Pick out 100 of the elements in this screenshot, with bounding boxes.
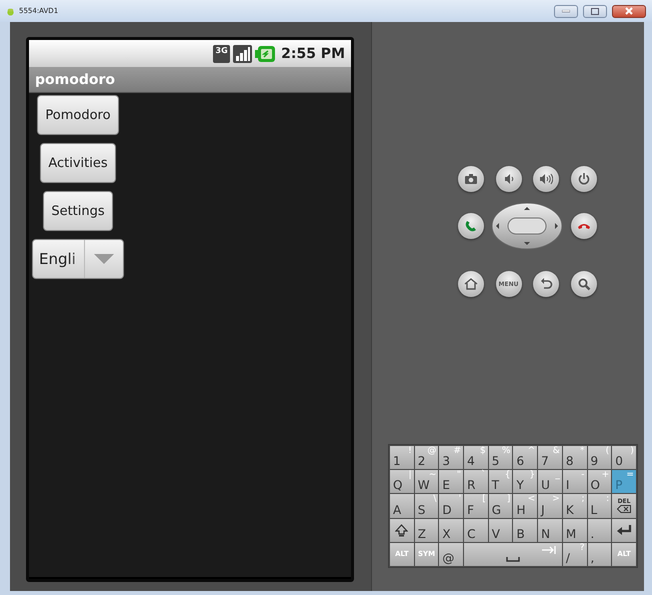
keyboard-key[interactable]: O + — [588, 470, 612, 494]
keyboard-key[interactable]: G ] — [488, 494, 512, 518]
menu-button[interactable]: Pomodoro — [37, 95, 119, 135]
keyboard-key[interactable]: U _ — [538, 470, 562, 494]
key-alt-label: ~ — [428, 470, 436, 480]
key-label: 3 — [442, 454, 450, 468]
menu-button[interactable]: Activities — [40, 143, 116, 183]
key-label: @ — [442, 550, 454, 565]
call-button[interactable] — [458, 213, 484, 239]
close-icon — [625, 7, 633, 15]
key-alt-label: " — [456, 470, 462, 480]
back-button[interactable] — [533, 271, 559, 297]
volume-down-button[interactable] — [496, 166, 522, 192]
key-alt-label: ) — [630, 446, 634, 456]
keyboard-key[interactable]: 7 & — [538, 446, 562, 470]
menu-button[interactable]: Settings — [43, 191, 113, 231]
keyboard-key[interactable]: X — [439, 518, 464, 542]
keyboard-key[interactable]: . — [588, 518, 612, 542]
key-alt-label: > — [552, 494, 560, 504]
key-alt-label: + — [602, 470, 610, 480]
key-label: H — [516, 502, 526, 517]
enter-key[interactable] — [612, 518, 636, 542]
backspace-icon — [617, 505, 632, 514]
language-dropdown[interactable]: Engli — [32, 239, 124, 279]
keyboard-key[interactable]: 9 ( — [588, 446, 612, 470]
power-button[interactable] — [570, 166, 596, 192]
keyboard-key[interactable]: 8 * — [562, 446, 586, 470]
key-label: S — [418, 502, 426, 517]
keyboard-key[interactable]: A — [390, 494, 414, 518]
key-label: 8 — [566, 454, 574, 468]
key-alt-label: ' — [458, 494, 462, 504]
minimize-button[interactable] — [554, 4, 578, 18]
key-alt-label: { — [504, 470, 510, 480]
camera-icon — [464, 172, 478, 186]
keyboard-key[interactable]: B — [513, 518, 538, 542]
maximize-button[interactable] — [583, 4, 607, 18]
signal-icon — [233, 44, 252, 62]
minimize-icon — [562, 10, 570, 12]
key-label: C — [467, 526, 476, 541]
keyboard-key[interactable]: 1 ! — [390, 446, 414, 470]
key-label: 1 — [393, 454, 401, 468]
keyboard-key[interactable]: K ; — [562, 494, 586, 518]
end-call-button[interactable] — [570, 213, 596, 239]
space-key[interactable] — [464, 542, 562, 566]
keyboard-key[interactable]: C — [464, 518, 488, 542]
keyboard-key[interactable]: 2 @ — [414, 446, 438, 470]
keyboard-key[interactable]: 6 ^ — [513, 446, 538, 470]
keyboard-key[interactable]: L : — [588, 494, 612, 518]
key-label: O — [590, 478, 600, 492]
keyboard-key[interactable]: F [ — [464, 494, 488, 518]
key-alt-label: % — [502, 446, 510, 456]
keyboard-key[interactable]: / ? — [562, 542, 587, 566]
key-label: 5 — [492, 454, 500, 468]
keyboard-key[interactable]: Z — [414, 518, 438, 542]
key-label: V — [492, 526, 500, 541]
keyboard-key[interactable]: D ' — [439, 494, 464, 518]
key-alt-label: * — [580, 446, 584, 456]
maximize-icon — [591, 8, 599, 14]
d-pad[interactable] — [490, 202, 562, 250]
android-icon — [6, 6, 15, 16]
key-label: T — [492, 478, 500, 492]
key-label: 4 — [467, 454, 475, 468]
camera-button[interactable] — [458, 166, 484, 192]
key-label: 6 — [516, 454, 524, 468]
keyboard-key[interactable]: M — [562, 518, 586, 542]
keyboard-key[interactable]: H < — [513, 494, 538, 518]
keyboard-key[interactable]: 5 % — [488, 446, 512, 470]
search-button[interactable] — [570, 271, 596, 297]
app-title: pomodoro — [29, 67, 351, 93]
close-button[interactable] — [612, 4, 646, 18]
keyboard-key[interactable]: V — [488, 518, 512, 542]
home-button[interactable] — [458, 271, 484, 297]
status-time: 2:55 PM — [281, 46, 345, 62]
keyboard-key[interactable]: T { — [488, 470, 512, 494]
keyboard-key[interactable]: 0 ) — [612, 446, 636, 470]
keyboard-key[interactable]: 4 $ — [464, 446, 488, 470]
keyboard-key[interactable]: R ` — [464, 470, 488, 494]
key-label: / — [566, 550, 570, 565]
keyboard-key[interactable]: S \ — [414, 494, 438, 518]
keyboard-key[interactable]: @ — [439, 542, 464, 566]
keyboard-key[interactable]: Q | — [390, 470, 414, 494]
key-alt-label: ^ — [528, 446, 536, 456]
keyboard-key[interactable]: I - — [562, 470, 586, 494]
key-label: 0 — [615, 454, 623, 468]
key-label: W — [418, 478, 430, 492]
keyboard-key[interactable]: E " — [439, 470, 464, 494]
keyboard-key[interactable]: 3 # — [439, 446, 464, 470]
keyboard-key[interactable]: W ~ — [414, 470, 438, 494]
key-label: I — [566, 478, 570, 492]
keyboard-key[interactable]: , — [588, 542, 612, 566]
keyboard-key[interactable]: J > — [538, 494, 562, 518]
key-label: D — [442, 502, 452, 517]
keyboard-key[interactable]: N — [538, 518, 562, 542]
phone-icon — [464, 219, 478, 233]
keyboard-key[interactable]: Y } — [513, 470, 538, 494]
key-label: N — [541, 526, 550, 541]
key-label: 9 — [590, 454, 598, 468]
volume-up-button[interactable] — [533, 166, 559, 192]
shift-key[interactable] — [390, 518, 414, 542]
home-icon — [464, 277, 478, 291]
